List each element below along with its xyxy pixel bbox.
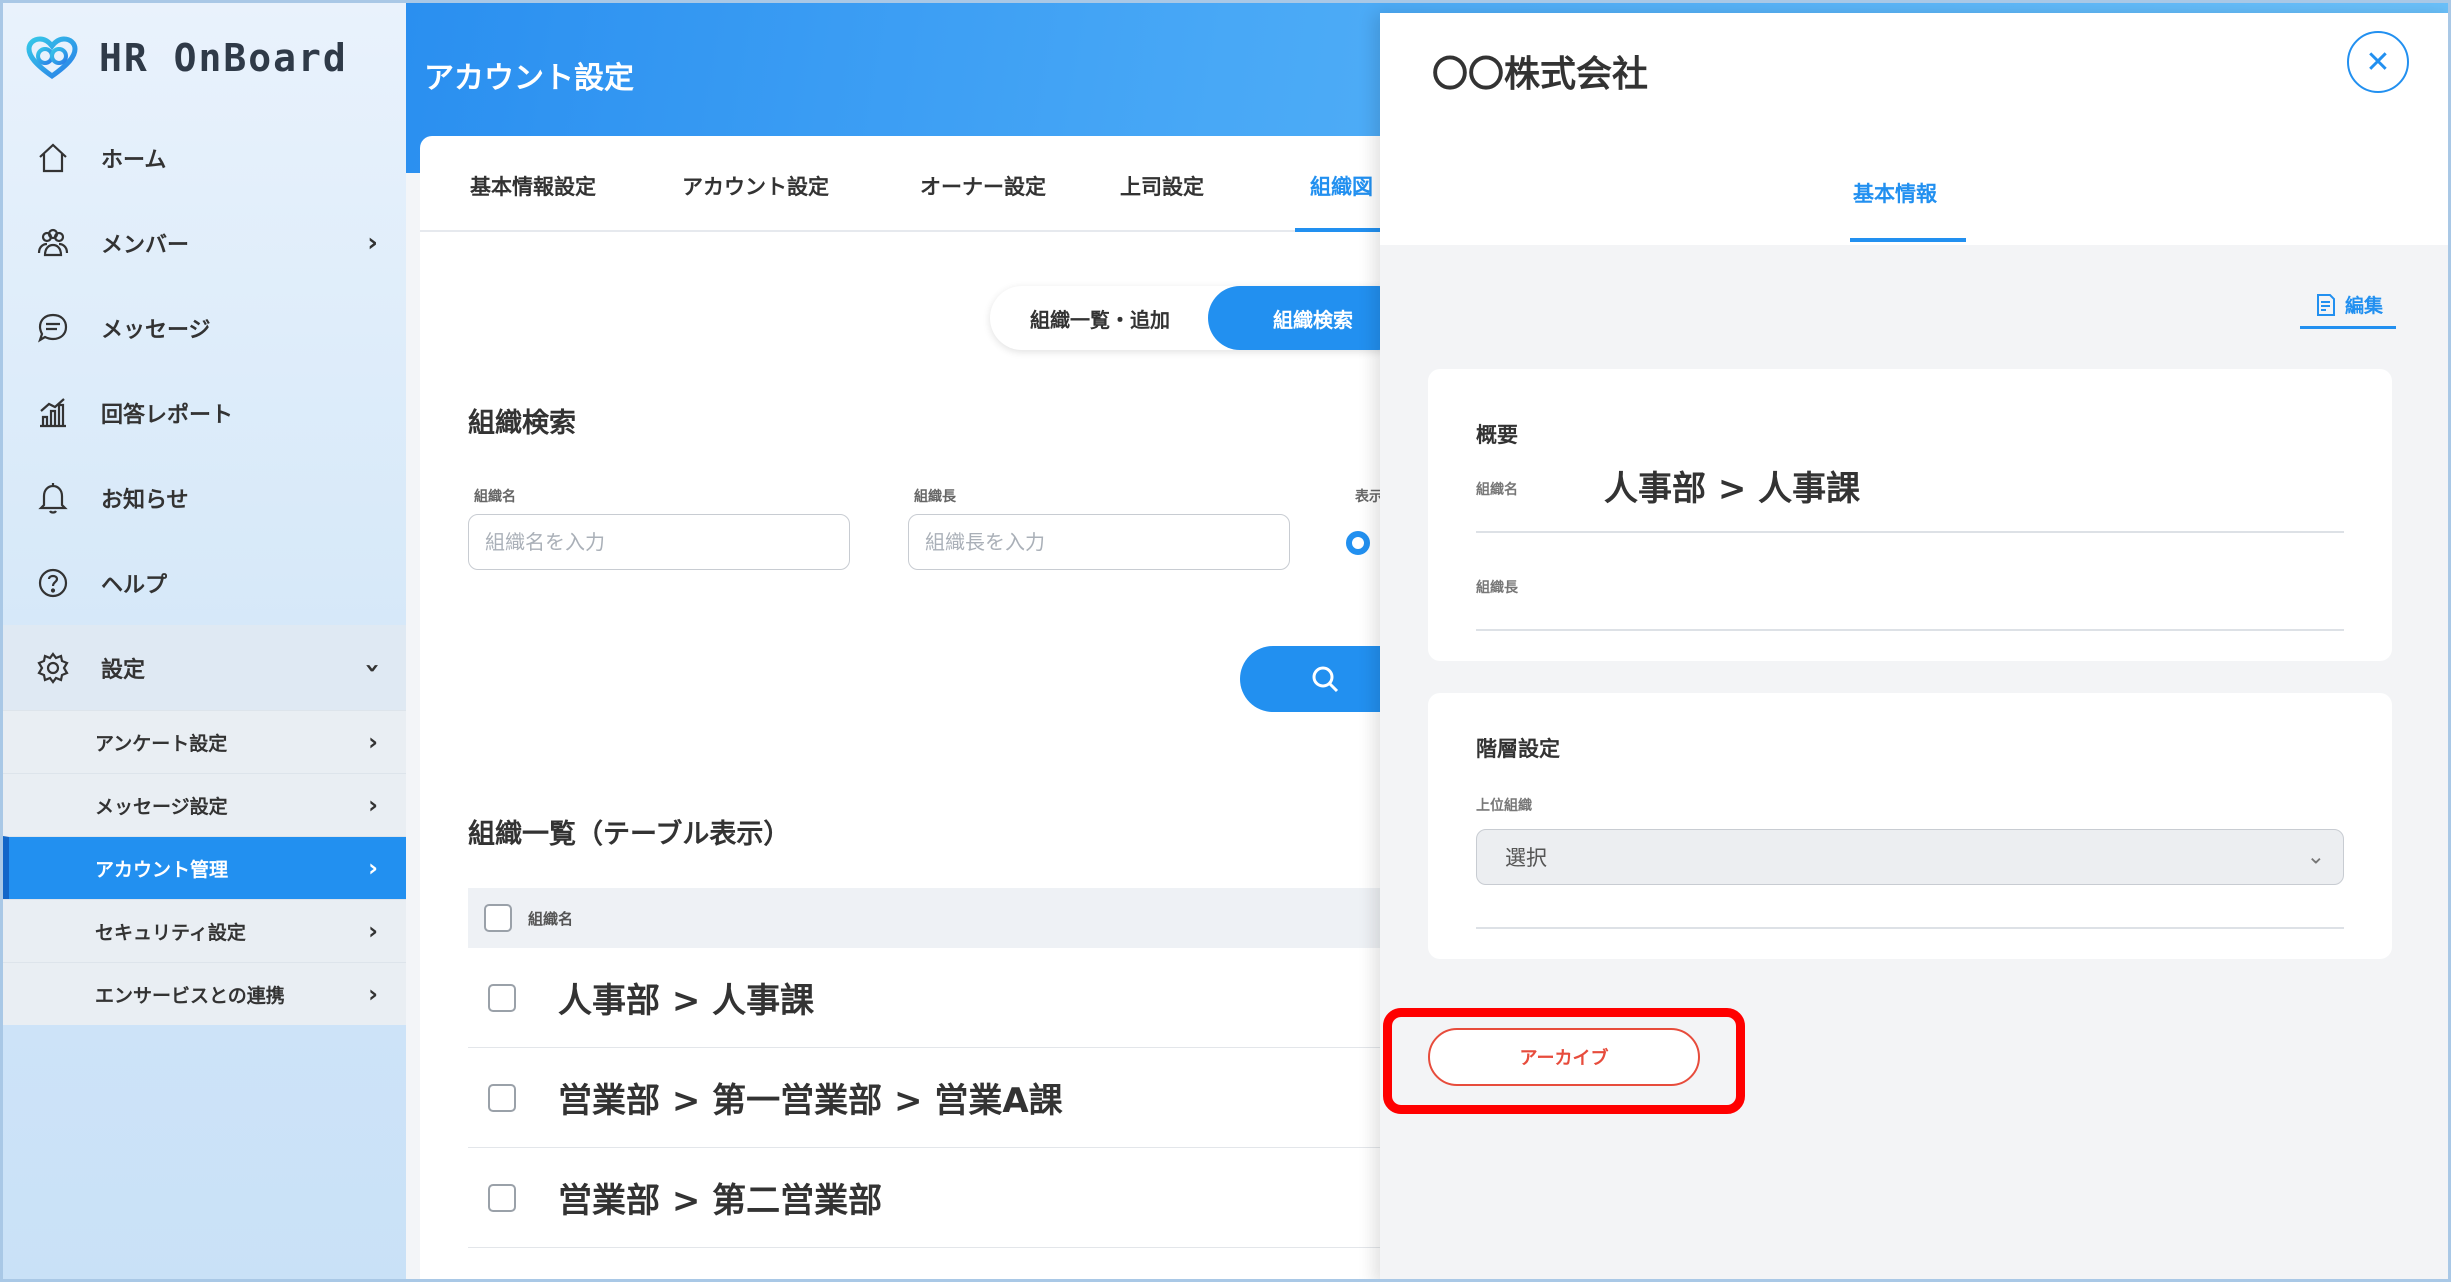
- edit-icon: [2316, 293, 2335, 316]
- tab-basic-info[interactable]: 基本情報: [1853, 178, 1937, 208]
- column-org-name: 組織名: [528, 909, 574, 928]
- chevron-right-icon: ›: [368, 728, 378, 756]
- app-window: HR OnBoard ホーム メンバー › メッセージ 回答レポート お知らせ …: [0, 0, 2451, 1282]
- drawer-tab-indicator: [1850, 238, 1966, 242]
- tab-active-indicator: [1295, 228, 1385, 232]
- highlight-box: [1383, 1008, 1745, 1114]
- sidebar-item-label: ヘルプ: [101, 572, 168, 598]
- tab-org-chart[interactable]: 組織図: [1310, 171, 1373, 201]
- hierarchy-panel: 階層設定 上位組織 選択 ⌄: [1428, 693, 2392, 959]
- toggle-list-add[interactable]: 組織一覧・追加: [990, 286, 1210, 350]
- sidebar-item-label: 回答レポート: [101, 402, 234, 428]
- select-all-checkbox[interactable]: [484, 904, 512, 932]
- chevron-right-icon: ›: [368, 854, 378, 882]
- close-button[interactable]: ✕: [2347, 31, 2409, 93]
- sidebar-item-message[interactable]: メッセージ: [3, 285, 406, 370]
- divider: [1476, 927, 2344, 929]
- org-name-input[interactable]: [468, 514, 850, 570]
- row-org-name: 営業部 > 第二営業部: [558, 1181, 883, 1221]
- edit-label: 編集: [2344, 295, 2383, 317]
- tab-manager[interactable]: 上司設定: [1120, 171, 1204, 201]
- hierarchy-heading: 階層設定: [1476, 737, 1560, 761]
- logo-text: HR OnBoard: [99, 36, 348, 80]
- sidebar-item-account-management[interactable]: アカウント管理 ›: [3, 836, 406, 899]
- tab-owner[interactable]: オーナー設定: [920, 171, 1046, 201]
- chevron-down-icon: ›: [357, 662, 388, 673]
- chevron-right-icon: ›: [368, 980, 378, 1008]
- display-radio[interactable]: [1346, 531, 1370, 555]
- chevron-right-icon: ›: [368, 917, 378, 945]
- search-icon: [1312, 666, 1339, 693]
- display-label: 表示: [1355, 489, 1383, 505]
- divider: [1476, 629, 2344, 631]
- sidebar-item-label: セキュリティ設定: [95, 921, 246, 944]
- select-value: 選択: [1505, 846, 1547, 870]
- overview-panel: 概要 組織名 人事部 > 人事課 組織長: [1428, 369, 2392, 661]
- sidebar-item-label: メンバー: [101, 232, 190, 258]
- sidebar-nav: ホーム メンバー › メッセージ 回答レポート お知らせ ヘルプ 設定 › アン…: [3, 115, 406, 1025]
- tab-account[interactable]: アカウント設定: [682, 171, 829, 201]
- sidebar-item-label: 設定: [101, 657, 146, 683]
- sidebar-item-report[interactable]: 回答レポート: [3, 370, 406, 455]
- sidebar-item-notice[interactable]: お知らせ: [3, 455, 406, 540]
- view-toggle: 組織一覧・追加 組織検索: [990, 286, 1410, 350]
- bell-icon: [33, 478, 73, 518]
- list-heading: 組織一覧（テーブル表示）: [468, 819, 791, 850]
- sidebar-item-label: アカウント管理: [95, 858, 229, 881]
- sidebar-item-message-settings[interactable]: メッセージ設定 ›: [3, 773, 406, 836]
- sidebar-item-en-service[interactable]: エンサービスとの連携 ›: [3, 962, 406, 1025]
- overview-heading: 概要: [1476, 423, 1518, 447]
- row-checkbox[interactable]: [488, 1183, 516, 1212]
- sidebar-item-label: ホーム: [101, 147, 167, 173]
- chevron-down-icon: ⌄: [2306, 844, 2325, 870]
- row-checkbox[interactable]: [488, 983, 516, 1012]
- chevron-right-icon: ›: [368, 791, 378, 819]
- org-head-label: 組織長: [914, 489, 956, 505]
- sidebar-item-label: メッセージ: [101, 317, 211, 343]
- sidebar-item-security-settings[interactable]: セキュリティ設定 ›: [3, 899, 406, 962]
- org-name-label: 組織名: [474, 489, 516, 505]
- search-heading: 組織検索: [468, 408, 576, 439]
- help-icon: [33, 563, 73, 603]
- home-icon: [33, 138, 73, 178]
- members-icon: [33, 223, 73, 263]
- logo[interactable]: HR OnBoard: [25, 33, 348, 83]
- drawer-title: 〇〇株式会社: [1432, 54, 1649, 95]
- overview-org-head-label: 組織長: [1476, 580, 1518, 596]
- row-org-name: 人事部 > 人事課: [558, 981, 815, 1021]
- drawer-header: 〇〇株式会社 ✕ 基本情報: [1380, 13, 2448, 245]
- edit-button[interactable]: 編集: [2300, 291, 2396, 329]
- page-title: アカウント設定: [424, 61, 634, 96]
- gear-icon: [33, 648, 73, 688]
- settings-subnav: アンケート設定 › メッセージ設定 › アカウント管理 › セキュリティ設定 ›…: [3, 710, 406, 1025]
- sidebar-item-survey-settings[interactable]: アンケート設定 ›: [3, 710, 406, 773]
- parent-org-label: 上位組織: [1476, 798, 1532, 814]
- parent-org-select[interactable]: 選択 ⌄: [1476, 829, 2344, 885]
- sidebar-item-home[interactable]: ホーム: [3, 115, 406, 200]
- tab-basic-info[interactable]: 基本情報設定: [470, 171, 596, 201]
- message-icon: [33, 308, 73, 348]
- sidebar-item-label: アンケート設定: [95, 732, 228, 755]
- sidebar-item-settings[interactable]: 設定 ›: [3, 625, 406, 710]
- report-icon: [33, 393, 73, 433]
- sidebar-item-label: エンサービスとの連携: [95, 984, 285, 1007]
- sidebar: HR OnBoard ホーム メンバー › メッセージ 回答レポート お知らせ …: [3, 3, 406, 1279]
- overview-org-name-label: 組織名: [1476, 482, 1518, 498]
- overview-org-name-value: 人事部 > 人事課: [1604, 469, 1861, 509]
- sidebar-item-label: お知らせ: [101, 487, 189, 513]
- sidebar-item-members[interactable]: メンバー ›: [3, 200, 406, 285]
- close-icon: ✕: [2365, 44, 2391, 80]
- org-head-input[interactable]: [908, 514, 1290, 570]
- logo-icon: [26, 36, 78, 80]
- chevron-right-icon: ›: [367, 227, 378, 258]
- row-checkbox[interactable]: [488, 1083, 516, 1112]
- sidebar-item-label: メッセージ設定: [95, 795, 228, 818]
- sidebar-item-help[interactable]: ヘルプ: [3, 540, 406, 625]
- row-org-name: 営業部 > 第一営業部 > 営業A課: [558, 1081, 1063, 1121]
- divider: [1476, 531, 2344, 533]
